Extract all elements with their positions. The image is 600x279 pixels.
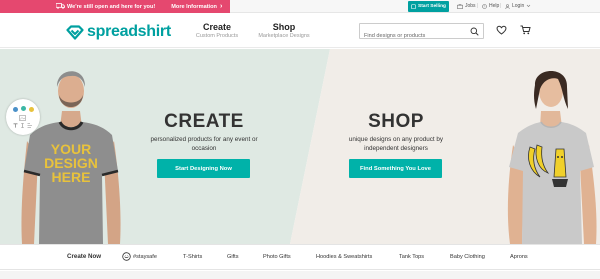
start-designing-button[interactable]: Start Designing Now (157, 159, 250, 178)
color-swatch-yellow[interactable] (29, 107, 34, 112)
nav-create-subtitle: Custom Products (195, 33, 239, 39)
shop-subtitle-line1: unique designs on any product by (348, 136, 444, 143)
search-box (359, 23, 484, 43)
store-icon (411, 4, 416, 9)
login-link[interactable]: Login (505, 3, 531, 9)
search-icon[interactable] (470, 27, 479, 36)
search-input[interactable] (360, 29, 465, 43)
promo-banner[interactable]: We're still open and here for you! More … (0, 0, 230, 13)
category-hoodies-sweatshirts[interactable]: Hoodies & Sweatshirts (316, 254, 372, 260)
util-divider-2: | (500, 3, 502, 9)
chevron-right-icon: › (219, 3, 223, 10)
category-baby-clothing[interactable]: Baby Clothing (450, 254, 485, 260)
start-selling-button[interactable]: Start Selling (408, 1, 449, 12)
create-subtitle-line1: personalized products for any event or (150, 136, 258, 143)
jobs-label: Jobs (465, 3, 476, 9)
category-aprons[interactable]: Aprons (510, 254, 528, 260)
create-subtitle-line2: occasion (191, 145, 217, 152)
user-icon (505, 3, 510, 9)
chevron-down-icon (527, 4, 531, 8)
nav-shop-title: Shop (272, 22, 296, 32)
find-something-button[interactable]: Find Something You Love (349, 159, 442, 178)
promo-message: We're still open and here for you! (67, 3, 156, 10)
truck-icon (56, 3, 65, 9)
shop-subtitle-line2: independent designers (364, 145, 428, 152)
shirt-text-here: HERE (52, 169, 91, 185)
nav-create-title: Create (202, 22, 231, 32)
help-label: Help (489, 3, 500, 9)
nav-shop[interactable]: Shop Marketplace Designs (254, 22, 314, 39)
cart-icon[interactable] (520, 25, 531, 35)
color-swatch-teal[interactable] (21, 106, 26, 111)
shop-heading: SHOP (368, 111, 424, 132)
main-header: spreadshirt Create Custom Products Shop … (0, 14, 600, 48)
create-heading: CREATE (164, 111, 244, 132)
hero-banner: YOUR DESIGN HERE CREATE personalized pro… (0, 49, 600, 244)
nav-create[interactable]: Create Custom Products (193, 22, 241, 39)
staysafe-icon (122, 252, 131, 261)
category-create-now[interactable]: Create Now (67, 253, 101, 260)
nav-shop-subtitle: Marketplace Designs (258, 33, 310, 39)
color-swatch-blue[interactable] (13, 107, 18, 112)
page-below-fold (0, 271, 600, 279)
shapes-tool-icon[interactable] (27, 123, 33, 128)
heart-icon[interactable] (496, 25, 507, 35)
logo-wordmark: spreadshirt (87, 23, 171, 40)
top-utility-bar: We're still open and here for you! More … (0, 0, 600, 13)
jobs-link[interactable]: Jobs (457, 3, 476, 9)
hero-illustration: YOUR DESIGN HERE (0, 49, 600, 244)
category-photo-gifts[interactable]: Photo Gifts (263, 254, 291, 260)
start-selling-label: Start Selling (418, 4, 446, 9)
briefcase-icon (457, 3, 463, 9)
category-t-shirts[interactable]: T-Shirts (183, 254, 202, 260)
logo-heart-icon (66, 24, 84, 40)
upload-icon[interactable] (19, 115, 26, 121)
category-staysafe-label: #staysafe (133, 253, 157, 260)
util-divider-1: | (477, 3, 479, 9)
design-tools-widget[interactable] (6, 99, 40, 135)
text-cursor-icon[interactable] (20, 123, 25, 128)
category-staysafe[interactable]: #staysafe (122, 252, 157, 261)
category-tank-tops[interactable]: Tank Tops (399, 254, 424, 260)
more-information-link[interactable]: More Information (171, 4, 217, 10)
spreadshirt-logo[interactable]: spreadshirt (66, 23, 171, 41)
text-tool-icon[interactable] (13, 123, 18, 128)
category-nav: Create Now #staysafe T-Shirts Gifts Phot… (0, 244, 600, 270)
login-label: Login (512, 3, 525, 9)
help-link[interactable]: ? Help (482, 3, 499, 9)
category-gifts[interactable]: Gifts (227, 254, 239, 260)
help-icon: ? (482, 3, 487, 9)
